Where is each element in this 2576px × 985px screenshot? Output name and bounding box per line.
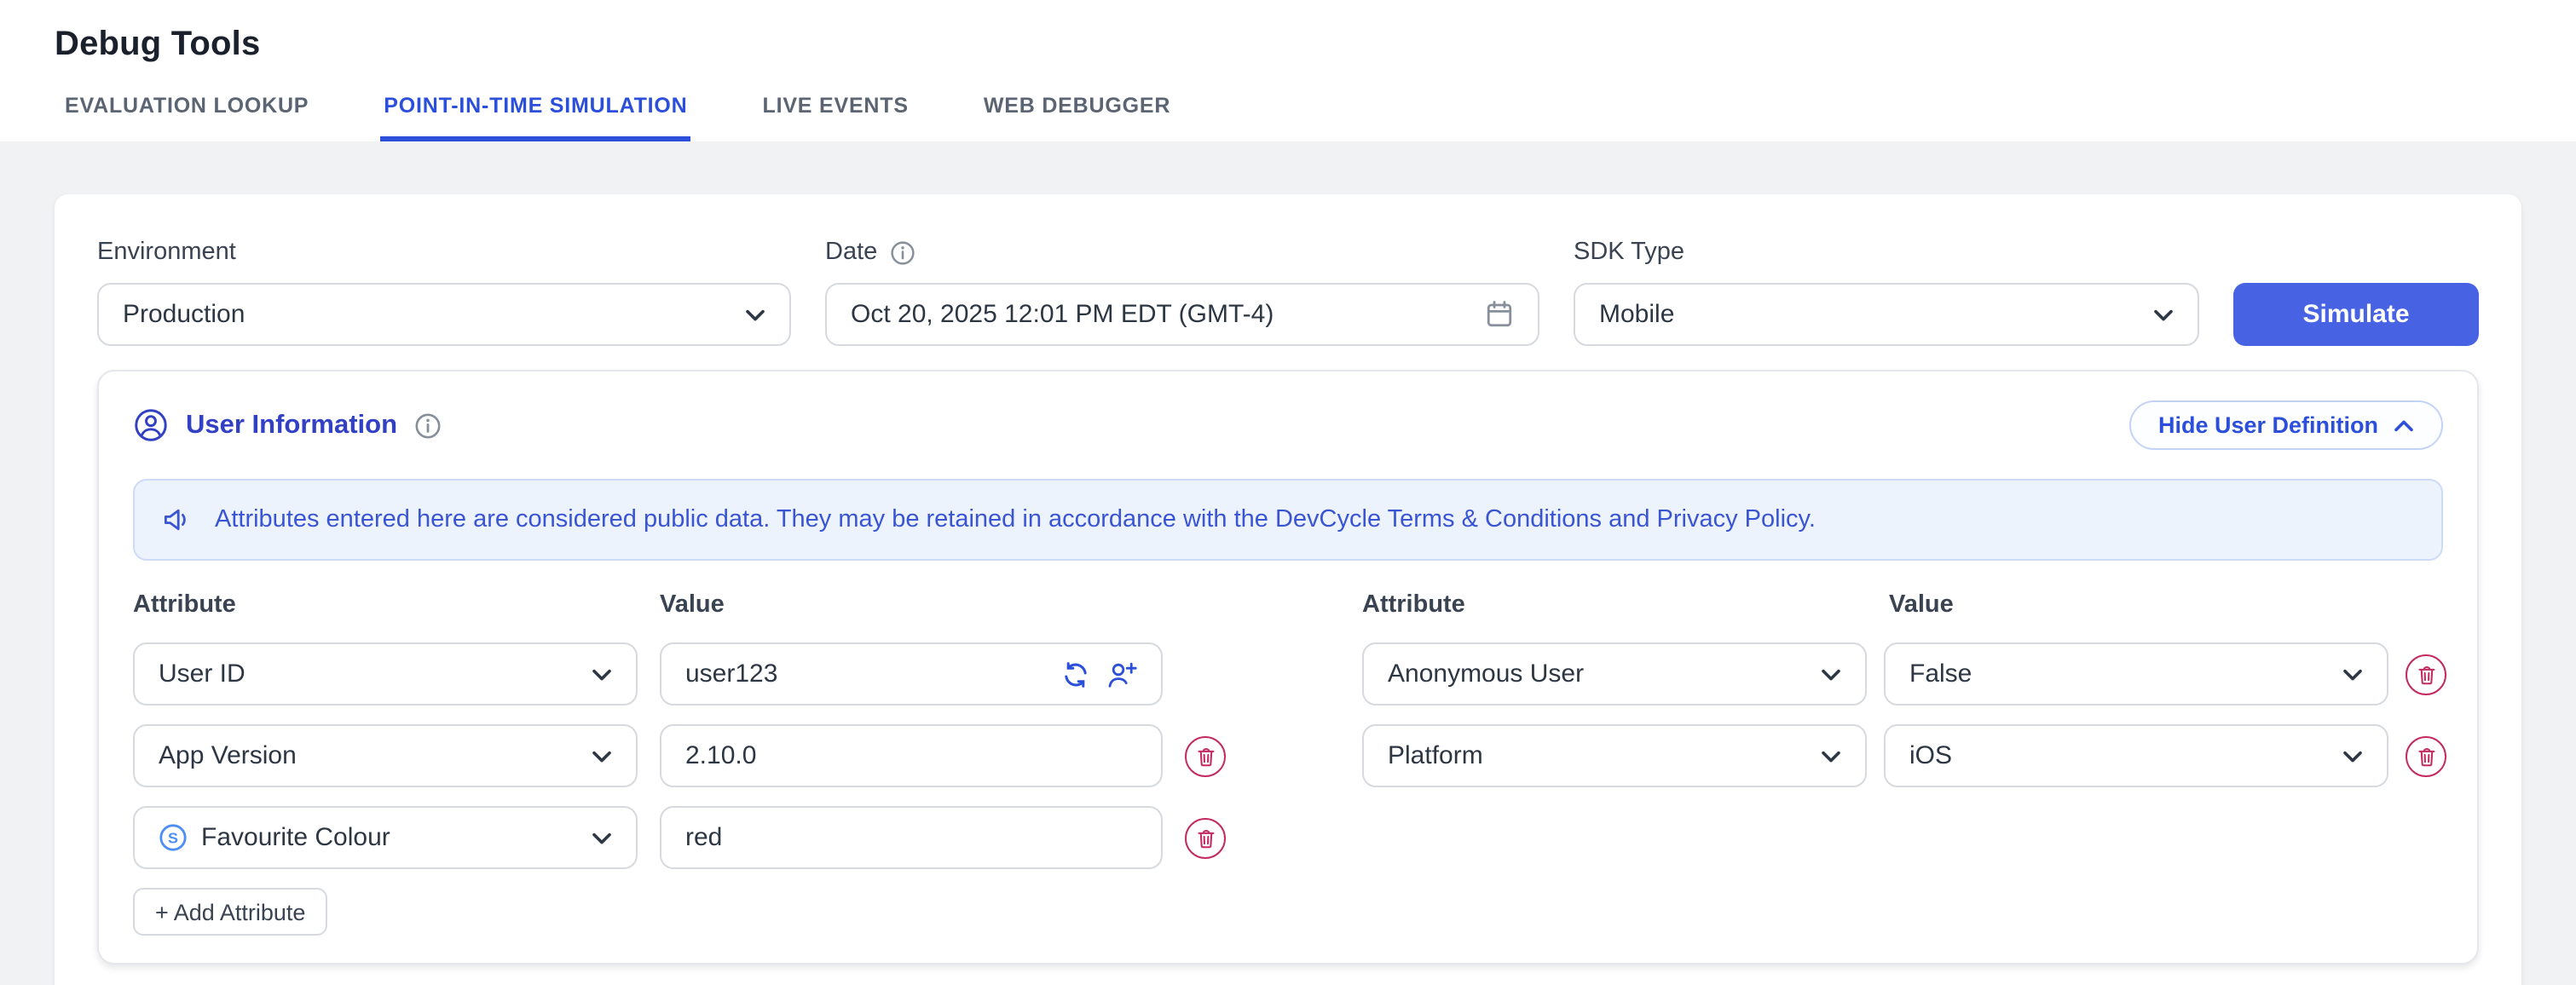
string-type-icon: S xyxy=(159,823,188,852)
user-circle-icon xyxy=(133,407,169,443)
attribute-rows-left: User ID user123 xyxy=(133,642,1226,869)
row-action-spacer xyxy=(1185,654,1226,694)
chevron-down-icon xyxy=(2153,308,2174,321)
environment-label: Environment xyxy=(97,235,791,269)
tab-evaluation-lookup[interactable]: EVALUATION LOOKUP xyxy=(61,94,312,141)
attribute-rows-right: Anonymous User False xyxy=(1362,642,2446,787)
environment-value: Production xyxy=(123,300,245,329)
attributes-column-left: Attribute Value User ID user123 xyxy=(133,591,1226,936)
anonymous-user-value-select[interactable]: False xyxy=(1884,642,2388,706)
hide-user-definition-button[interactable]: Hide User Definition xyxy=(2129,400,2443,450)
sdk-type-select[interactable]: Mobile xyxy=(1574,283,2199,346)
page-title: Debug Tools xyxy=(0,0,2576,65)
trash-icon xyxy=(1196,827,1215,848)
tab-web-debugger[interactable]: WEB DEBUGGER xyxy=(980,94,1174,141)
value-column-header: Value xyxy=(1889,591,1954,625)
environment-select[interactable]: Production xyxy=(97,283,791,346)
delete-attribute-button[interactable] xyxy=(2406,735,2446,776)
add-attribute-button[interactable]: + Add Attribute xyxy=(133,888,327,936)
chevron-up-icon xyxy=(2394,418,2414,432)
main-area: Environment Production Date xyxy=(0,141,2576,985)
attribute-select-user-id[interactable]: User ID xyxy=(133,642,638,706)
date-value: Oct 20, 2025 12:01 PM EDT (GMT-4) xyxy=(851,300,1274,329)
user-information-header: User Information Hide User Definition xyxy=(133,400,2443,450)
value-column-header: Value xyxy=(660,591,725,625)
date-input[interactable]: Oct 20, 2025 12:01 PM EDT (GMT-4) xyxy=(825,283,1539,346)
attribute-select-anonymous-user[interactable]: Anonymous User xyxy=(1362,642,1867,706)
trash-icon xyxy=(2417,746,2435,766)
calendar-icon[interactable] xyxy=(1485,300,1514,329)
tab-bar: EVALUATION LOOKUP POINT-IN-TIME SIMULATI… xyxy=(0,94,2576,141)
delete-attribute-button[interactable] xyxy=(1185,817,1226,858)
svg-text:S: S xyxy=(168,829,178,846)
chevron-down-icon xyxy=(1821,667,1841,681)
refresh-icon[interactable] xyxy=(1062,660,1089,688)
tab-live-events[interactable]: LIVE EVENTS xyxy=(760,94,912,141)
date-label: Date xyxy=(825,235,1539,269)
chevron-down-icon xyxy=(2342,667,2363,681)
info-icon[interactable] xyxy=(889,239,915,265)
sdk-type-label: SDK Type xyxy=(1574,235,2199,269)
public-data-banner-text: Attributes entered here are considered p… xyxy=(215,506,1816,533)
attribute-row-app-version: App Version 2.10.0 xyxy=(133,724,1226,787)
megaphone-icon xyxy=(162,504,196,535)
person-add-icon[interactable] xyxy=(1106,660,1137,688)
attribute-row-user-id: User ID user123 xyxy=(133,642,1226,706)
sdk-type-group: SDK Type Mobile xyxy=(1574,235,2199,346)
info-icon[interactable] xyxy=(414,412,442,439)
chevron-down-icon xyxy=(1821,749,1841,763)
tab-point-in-time-simulation[interactable]: POINT-IN-TIME SIMULATION xyxy=(380,94,690,141)
platform-value-select[interactable]: iOS xyxy=(1884,724,2388,787)
chevron-down-icon xyxy=(745,308,765,321)
trash-icon xyxy=(1196,746,1215,766)
page: Debug Tools EVALUATION LOOKUP POINT-IN-T… xyxy=(0,0,2576,985)
attribute-row-anonymous-user: Anonymous User False xyxy=(1362,642,2446,706)
column-headers: Attribute Value xyxy=(1362,591,2446,625)
sdk-type-value: Mobile xyxy=(1599,300,1674,329)
attribute-row-platform: Platform iOS xyxy=(1362,724,2446,787)
attribute-column-header: Attribute xyxy=(1362,591,1889,625)
attribute-select-platform[interactable]: Platform xyxy=(1362,724,1867,787)
chevron-down-icon xyxy=(2342,749,2363,763)
environment-group: Environment Production xyxy=(97,235,791,346)
user-id-value-input[interactable]: user123 xyxy=(660,642,1163,706)
public-data-banner: Attributes entered here are considered p… xyxy=(133,479,2443,561)
attribute-select-favourite-colour[interactable]: S Favourite Colour xyxy=(133,806,638,869)
simulation-card: Environment Production Date xyxy=(55,194,2521,985)
favourite-colour-value-input[interactable]: red xyxy=(660,806,1163,869)
user-information-section: User Information Hide User Definition xyxy=(97,370,2479,965)
app-header: Debug Tools EVALUATION LOOKUP POINT-IN-T… xyxy=(0,0,2576,141)
column-headers: Attribute Value xyxy=(133,591,1226,625)
date-group: Date Oct 20, 2025 12:01 PM EDT (GMT-4) xyxy=(825,235,1539,346)
attribute-column-header: Attribute xyxy=(133,591,660,625)
user-information-title: User Information xyxy=(186,410,397,441)
simulate-button[interactable]: Simulate xyxy=(2233,283,2479,346)
delete-attribute-button[interactable] xyxy=(2406,654,2446,694)
chevron-down-icon xyxy=(592,831,612,844)
attributes-grid: Attribute Value User ID user123 xyxy=(133,591,2443,936)
app-version-value-input[interactable]: 2.10.0 xyxy=(660,724,1163,787)
delete-attribute-button[interactable] xyxy=(1185,735,1226,776)
attribute-select-app-version[interactable]: App Version xyxy=(133,724,638,787)
chevron-down-icon xyxy=(592,749,612,763)
attribute-row-favourite-colour: S Favourite Colour red xyxy=(133,806,1226,869)
chevron-down-icon xyxy=(592,667,612,681)
trash-icon xyxy=(2417,664,2435,684)
attributes-column-right: Attribute Value Anonymous User False xyxy=(1362,591,2446,936)
filters-row: Environment Production Date xyxy=(97,235,2479,346)
user-information-title-group: User Information xyxy=(133,407,442,443)
